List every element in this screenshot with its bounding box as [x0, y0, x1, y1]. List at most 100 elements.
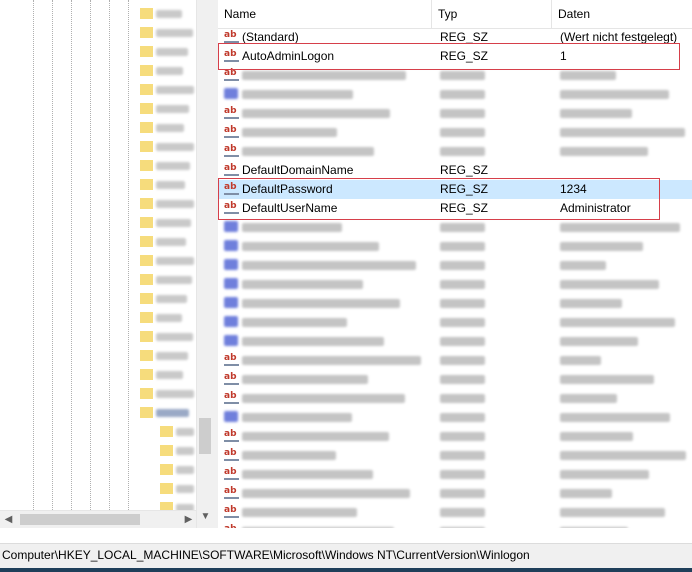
redacted-name — [242, 280, 363, 289]
tree-node[interactable] — [0, 217, 196, 229]
tree-node[interactable] — [0, 103, 196, 115]
tree-node[interactable] — [0, 8, 196, 20]
table-row[interactable] — [218, 275, 692, 294]
redacted-data — [560, 318, 675, 327]
table-row[interactable] — [218, 408, 692, 427]
tree-node[interactable] — [0, 331, 196, 343]
table-row[interactable] — [218, 237, 692, 256]
folder-icon — [140, 65, 153, 76]
table-row[interactable]: ab — [218, 484, 692, 503]
column-header-name[interactable]: Name — [218, 0, 432, 28]
scroll-right-icon[interactable]: ▶ — [180, 511, 197, 528]
tree-node[interactable] — [0, 122, 196, 134]
column-header-type[interactable]: Typ — [432, 0, 552, 28]
redacted-name — [242, 356, 421, 365]
table-row[interactable]: ab — [218, 370, 692, 389]
folder-icon — [140, 160, 153, 171]
redacted-name — [242, 451, 336, 460]
tree-node[interactable] — [0, 312, 196, 324]
string-value-icon: ab — [224, 505, 239, 519]
table-row[interactable]: ab — [218, 351, 692, 370]
tree-node[interactable] — [0, 255, 196, 267]
tree-node[interactable] — [0, 27, 196, 39]
table-row[interactable]: ab — [218, 389, 692, 408]
table-row[interactable] — [218, 294, 692, 313]
binary-value-icon — [224, 410, 239, 424]
redacted-data — [560, 489, 612, 498]
table-row[interactable]: ab — [218, 123, 692, 142]
string-value-icon: ab — [224, 448, 239, 462]
list-header: Name Typ Daten — [218, 0, 692, 29]
redacted-type — [440, 223, 485, 232]
folder-icon — [140, 103, 153, 114]
tree-node[interactable] — [0, 369, 196, 381]
table-row[interactable]: ab — [218, 427, 692, 446]
scroll-down-icon[interactable]: ▼ — [197, 508, 213, 525]
folder-icon — [140, 198, 153, 209]
table-row[interactable]: ab — [218, 104, 692, 123]
tree-node[interactable] — [0, 84, 196, 96]
redacted-type — [440, 375, 485, 384]
tree-node[interactable] — [0, 350, 196, 362]
tree-node[interactable] — [0, 141, 196, 153]
table-row[interactable] — [218, 313, 692, 332]
redacted-type — [440, 299, 485, 308]
tree-node[interactable] — [0, 274, 196, 286]
tree-node[interactable] — [0, 46, 196, 58]
table-row[interactable]: ab — [218, 522, 692, 528]
tree-horizontal-scrollbar[interactable]: ◀ ▶ — [0, 510, 196, 528]
tree-node-label — [176, 466, 194, 474]
column-header-data[interactable]: Daten — [552, 0, 692, 28]
folder-icon — [140, 312, 153, 323]
binary-value-icon — [224, 87, 239, 101]
values-list[interactable]: Name Typ Daten ab (Standard) REG_SZ (Wert n… — [218, 0, 692, 528]
tree-node[interactable] — [0, 160, 196, 172]
tree-node[interactable] — [0, 236, 196, 248]
table-row[interactable]: ab — [218, 446, 692, 465]
table-row[interactable] — [218, 85, 692, 104]
tree-node-label — [156, 86, 194, 94]
tree-node[interactable] — [0, 293, 196, 305]
tree-node[interactable] — [0, 65, 196, 77]
tree-node[interactable] — [0, 483, 196, 495]
table-row[interactable] — [218, 332, 692, 351]
tree-node[interactable] — [0, 179, 196, 191]
folder-icon — [140, 388, 153, 399]
table-row[interactable]: ab — [218, 503, 692, 522]
string-value-icon: ab — [224, 125, 239, 139]
redacted-data — [560, 470, 649, 479]
table-row[interactable]: ab — [218, 142, 692, 161]
folder-icon — [140, 274, 153, 285]
redacted-name — [242, 527, 394, 528]
folder-icon — [140, 293, 153, 304]
tree-node[interactable] — [0, 464, 196, 476]
redacted-data — [560, 147, 648, 156]
registry-tree[interactable]: ◀ ▶ ▼ — [0, 0, 213, 528]
table-row[interactable] — [218, 218, 692, 237]
folder-icon — [160, 464, 173, 475]
string-value-icon: ab — [224, 30, 239, 44]
tree-node[interactable] — [0, 198, 196, 210]
tree-node[interactable] — [0, 445, 196, 457]
tree-vertical-scrollbar[interactable]: ▼ — [196, 0, 213, 528]
redacted-data — [560, 432, 633, 441]
redacted-data — [560, 375, 654, 384]
string-value-icon: ab — [224, 353, 239, 367]
string-value-icon: ab — [224, 68, 239, 82]
redacted-data — [560, 451, 686, 460]
table-row[interactable]: ab — [218, 465, 692, 484]
tree-node[interactable] — [0, 388, 196, 400]
scroll-thumb[interactable] — [20, 514, 140, 525]
tree-node-label — [156, 181, 185, 189]
redacted-name — [242, 109, 390, 118]
tree-node-label — [176, 485, 194, 493]
scroll-left-icon[interactable]: ◀ — [0, 511, 17, 528]
folder-icon — [140, 8, 153, 19]
tree-node[interactable] — [0, 407, 196, 419]
tree-node[interactable] — [0, 426, 196, 438]
folder-icon — [160, 426, 173, 437]
scroll-thumb[interactable] — [199, 418, 211, 454]
binary-value-icon — [224, 315, 239, 329]
redacted-type — [440, 489, 485, 498]
table-row[interactable] — [218, 256, 692, 275]
